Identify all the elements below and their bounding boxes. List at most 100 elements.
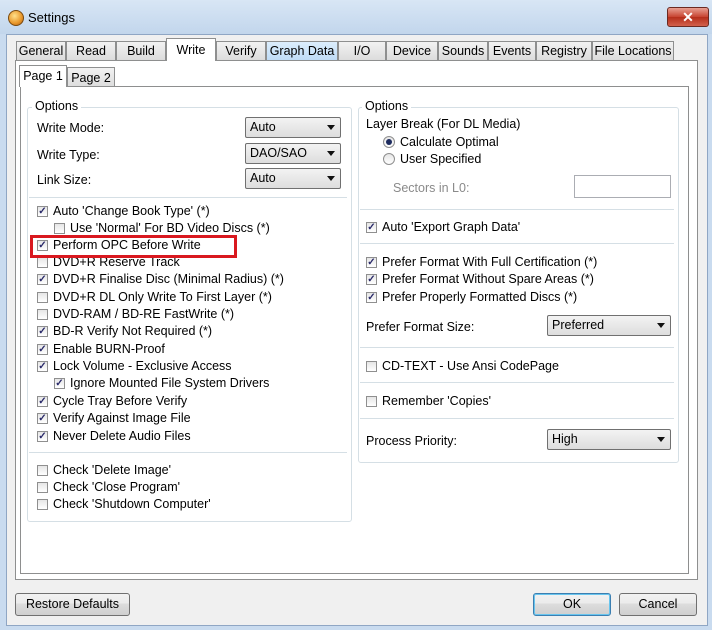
check-ignore-mounted-fs[interactable]: ✓ Ignore Mounted File System Drivers: [54, 375, 269, 391]
checkbox-icon[interactable]: [54, 222, 65, 234]
check-without-spare-areas[interactable]: ✓ Prefer Format Without Spare Areas (*): [366, 271, 594, 287]
checkbox-label: Lock Volume - Exclusive Access: [53, 359, 232, 373]
check-remember-copies[interactable]: Remember 'Copies': [366, 393, 491, 409]
format-size-select[interactable]: Preferred: [547, 315, 671, 336]
link-size-value: Auto: [250, 171, 276, 185]
tab-events[interactable]: Events: [488, 41, 536, 60]
check-lock-volume[interactable]: ✓ Lock Volume - Exclusive Access: [37, 358, 232, 374]
write-type-select[interactable]: DAO/SAO: [245, 143, 341, 164]
checkbox-icon[interactable]: ✓: [37, 412, 48, 424]
check-verify-against-image[interactable]: ✓ Verify Against Image File: [37, 410, 191, 426]
checkbox-icon[interactable]: [37, 464, 48, 476]
checkbox-icon[interactable]: [37, 291, 48, 303]
restore-defaults-button[interactable]: Restore Defaults: [15, 593, 130, 616]
tab-file-locations[interactable]: File Locations: [592, 41, 674, 60]
checkbox-icon[interactable]: [366, 395, 377, 407]
checkbox-label: Enable BURN-Proof: [53, 342, 165, 356]
chevron-down-icon: [657, 437, 665, 442]
radio-icon[interactable]: [383, 136, 395, 148]
checkbox-icon[interactable]: ✓: [37, 395, 48, 407]
check-cycle-tray[interactable]: ✓ Cycle Tray Before Verify: [37, 393, 187, 409]
sectors-l0-input[interactable]: [574, 175, 671, 198]
right-options-title: Options: [362, 99, 412, 113]
tab-sounds[interactable]: Sounds: [438, 41, 488, 60]
tab-build[interactable]: Build: [116, 41, 166, 60]
check-delete-image[interactable]: Check 'Delete Image': [37, 462, 171, 478]
checkbox-label: Ignore Mounted File System Drivers: [70, 376, 270, 390]
checkbox-label: Prefer Properly Formatted Discs (*): [382, 290, 578, 304]
check-bdr-verify-not-required[interactable]: ✓ BD-R Verify Not Required (*): [37, 323, 212, 339]
tab-device[interactable]: Device: [386, 41, 438, 60]
close-icon: ✕: [682, 9, 694, 25]
check-full-certification[interactable]: ✓ Prefer Format With Full Certification (…: [366, 254, 597, 270]
checkbox-icon[interactable]: [366, 360, 377, 372]
format-size-value: Preferred: [552, 318, 605, 332]
right-separator-2: [360, 243, 674, 244]
checkbox-icon[interactable]: ✓: [37, 360, 48, 372]
check-dvdr-finalise[interactable]: ✓ DVD+R Finalise Disc (Minimal Radius) (*…: [37, 271, 284, 287]
left-separator-1: [29, 197, 347, 198]
checkbox-icon[interactable]: ✓: [366, 221, 377, 233]
chevron-down-icon: [327, 151, 335, 156]
checkbox-icon[interactable]: [37, 498, 48, 510]
checkbox-label: Cycle Tray Before Verify: [53, 394, 188, 408]
tab-read[interactable]: Read: [66, 41, 116, 60]
check-enable-burn-proof[interactable]: ✓ Enable BURN-Proof: [37, 341, 165, 357]
checkbox-icon[interactable]: [37, 481, 48, 493]
ok-button[interactable]: OK: [533, 593, 611, 616]
write-type-label: Write Type:: [37, 148, 100, 162]
checkbox-label: BD-R Verify Not Required (*): [53, 324, 213, 338]
checkbox-label: DVD-RAM / BD-RE FastWrite (*): [53, 307, 235, 321]
tab-graph-data[interactable]: Graph Data: [266, 41, 338, 60]
checkbox-icon[interactable]: ✓: [37, 325, 48, 337]
check-dvdram-fastwrite[interactable]: DVD-RAM / BD-RE FastWrite (*): [37, 306, 234, 322]
check-cd-text-ansi[interactable]: CD-TEXT - Use Ansi CodePage: [366, 358, 559, 374]
checkbox-label: Auto 'Export Graph Data': [382, 220, 521, 234]
right-separator-3: [360, 347, 674, 348]
close-button[interactable]: ✕: [667, 7, 709, 27]
tab-verify[interactable]: Verify: [216, 41, 266, 60]
check-auto-change-book-type[interactable]: ✓ Auto 'Change Book Type' (*): [37, 203, 210, 219]
checkbox-label: DVD+R DL Only Write To First Layer (*): [53, 290, 272, 304]
write-mode-select[interactable]: Auto: [245, 117, 341, 138]
app-icon: [8, 10, 24, 26]
checkbox-icon[interactable]: ✓: [366, 256, 377, 268]
tab-general[interactable]: General: [16, 41, 66, 60]
right-separator-1: [360, 209, 674, 210]
check-shutdown-computer[interactable]: Check 'Shutdown Computer': [37, 496, 211, 512]
process-priority-select[interactable]: High: [547, 429, 671, 450]
write-type-value: DAO/SAO: [250, 146, 307, 160]
tab-write[interactable]: Write: [166, 38, 216, 61]
subtab-page-2[interactable]: Page 2: [67, 67, 115, 87]
checkbox-icon[interactable]: ✓: [366, 273, 377, 285]
checkbox-icon[interactable]: ✓: [37, 343, 48, 355]
radio-user-specified[interactable]: User Specified: [383, 151, 481, 167]
link-size-select[interactable]: Auto: [245, 168, 341, 189]
checkbox-icon[interactable]: ✓: [37, 205, 48, 217]
chevron-down-icon: [657, 323, 665, 328]
process-priority-value: High: [552, 432, 578, 446]
radio-calculate-optimal[interactable]: Calculate Optimal: [383, 134, 499, 150]
checkbox-icon[interactable]: [37, 308, 48, 320]
tab-registry[interactable]: Registry: [536, 41, 592, 60]
check-close-program[interactable]: Check 'Close Program': [37, 479, 180, 495]
left-separator-2: [29, 452, 347, 453]
checkbox-icon[interactable]: ✓: [54, 377, 65, 389]
tab-io[interactable]: I/O: [338, 41, 386, 60]
checkbox-icon[interactable]: ✓: [37, 273, 48, 285]
check-properly-formatted[interactable]: ✓ Prefer Properly Formatted Discs (*): [366, 289, 577, 305]
check-never-delete-audio[interactable]: ✓ Never Delete Audio Files: [37, 428, 191, 444]
check-use-normal-bd-video[interactable]: Use 'Normal' For BD Video Discs (*): [54, 220, 270, 236]
subtab-page-1[interactable]: Page 1: [19, 65, 67, 87]
left-options-title: Options: [32, 99, 82, 113]
check-dvdr-dl-first-layer[interactable]: DVD+R DL Only Write To First Layer (*): [37, 289, 272, 305]
check-auto-export-graph[interactable]: ✓ Auto 'Export Graph Data': [366, 219, 520, 235]
checkbox-icon[interactable]: [37, 256, 48, 268]
checkbox-icon[interactable]: ✓: [37, 430, 48, 442]
checkbox-icon[interactable]: ✓: [366, 291, 377, 303]
radio-icon[interactable]: [383, 153, 395, 165]
write-mode-value: Auto: [250, 120, 276, 134]
checkbox-label: Prefer Format Without Spare Areas (*): [382, 272, 594, 286]
cancel-button[interactable]: Cancel: [619, 593, 697, 616]
sectors-l0-label: Sectors in L0:: [393, 181, 470, 195]
